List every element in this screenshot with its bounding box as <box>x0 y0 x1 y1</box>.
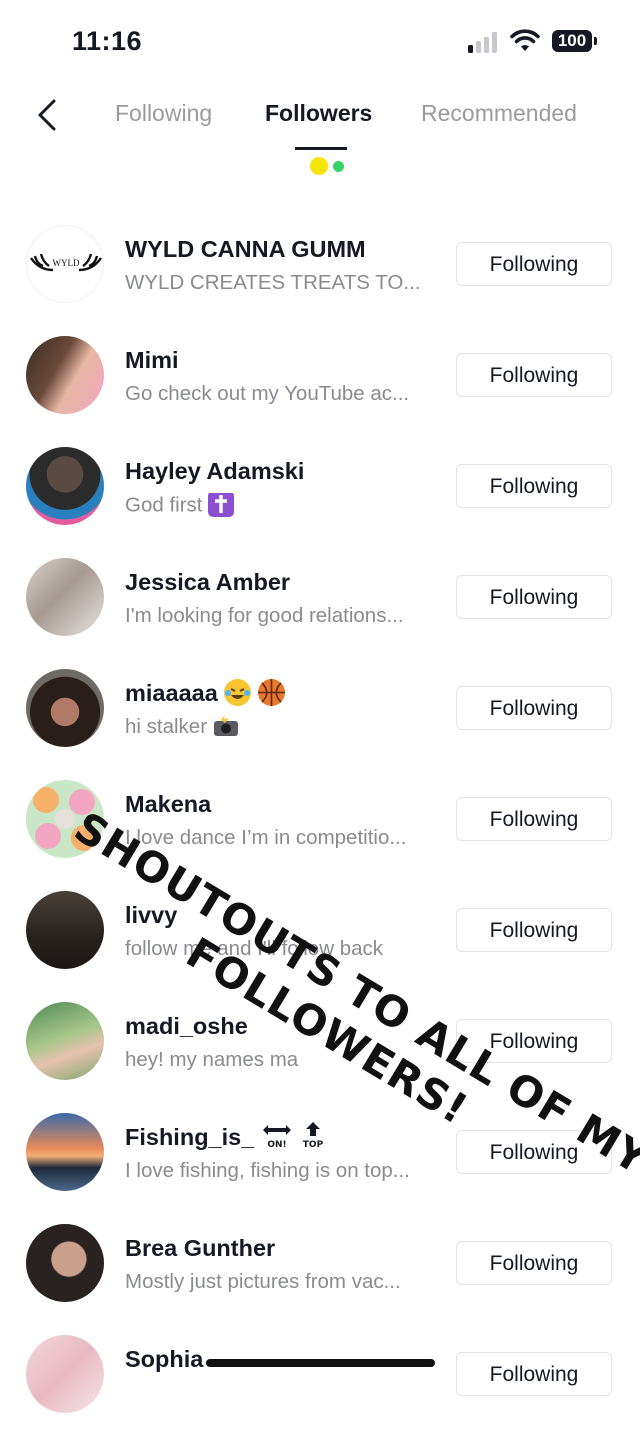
list-item[interactable]: Mimi Go check out my YouTube ac... Follo… <box>0 319 640 430</box>
avatar[interactable] <box>26 669 104 747</box>
battery-level: 100 <box>552 30 592 52</box>
list-item[interactable]: Makena I love dance I’m in competitio...… <box>0 763 640 874</box>
svg-text:ON!: ON! <box>267 1140 286 1149</box>
list-item[interactable]: Fishing_is_ ON! TOP I love fishing, fish… <box>0 1096 640 1207</box>
following-button[interactable]: Following <box>456 242 612 286</box>
avatar[interactable] <box>26 780 104 858</box>
follower-bio: I love dance I’m in competitio... <box>125 826 407 849</box>
follower-name: Sophia <box>125 1346 204 1372</box>
avatar[interactable] <box>26 558 104 636</box>
list-item[interactable]: Hayley Adamski God first Following <box>0 430 640 541</box>
latin-cross-emoji <box>208 493 235 517</box>
following-button[interactable]: Following <box>456 908 612 952</box>
follower-bio: hi stalker <box>125 715 435 739</box>
avatar[interactable] <box>26 336 104 414</box>
list-item[interactable]: miaaaaa hi stalker Following <box>0 652 640 763</box>
follower-bio: I love fishing, fishing is on top... <box>125 1159 410 1182</box>
follower-name: miaaaaa <box>125 679 285 708</box>
following-button[interactable]: Following <box>456 686 612 730</box>
follower-name: Makena <box>125 791 212 817</box>
wifi-icon <box>510 29 540 51</box>
following-button[interactable]: Following <box>456 575 612 619</box>
crying-laughing-emoji <box>224 679 252 707</box>
tab-recommended[interactable]: Recommended <box>421 100 577 127</box>
battery-icon: 100 <box>552 30 598 54</box>
camera-flash-emoji <box>213 715 239 737</box>
following-button[interactable]: Following <box>456 1130 612 1174</box>
avatar[interactable] <box>26 1002 104 1080</box>
top-arrow-emoji: TOP <box>299 1121 327 1150</box>
on-arrow-emoji: ON! <box>261 1121 293 1150</box>
list-item[interactable]: livvy follow me and I'll follow back Fol… <box>0 874 640 985</box>
following-button[interactable]: Following <box>456 1241 612 1285</box>
list-item[interactable]: Sophia Following <box>0 1318 640 1429</box>
follower-name: livvy <box>125 902 178 928</box>
smiley-pattern-icon <box>33 787 97 851</box>
svg-text:TOP: TOP <box>303 1140 324 1149</box>
signal-icon <box>468 31 497 53</box>
following-button[interactable]: Following <box>456 353 612 397</box>
list-item[interactable]: madi_oshe hey! my names ma Following <box>0 985 640 1096</box>
follower-bio: Go check out my YouTube ac... <box>125 382 410 405</box>
basketball-emoji <box>257 679 285 707</box>
svg-text:WYLD: WYLD <box>53 258 80 268</box>
follower-name: Brea Gunther <box>125 1235 276 1261</box>
home-indicator[interactable] <box>206 1359 435 1367</box>
active-tab-indicator <box>295 147 347 150</box>
loading-dots <box>310 157 350 175</box>
avatar[interactable] <box>26 1113 104 1191</box>
follower-name: Jessica Amber <box>125 569 291 595</box>
list-item[interactable]: Brea Gunther Mostly just pictures from v… <box>0 1207 640 1318</box>
follower-bio: follow me and I'll follow back <box>125 937 384 960</box>
following-button[interactable]: Following <box>456 1019 612 1063</box>
following-button[interactable]: Following <box>456 1352 612 1396</box>
avatar[interactable] <box>26 1335 104 1413</box>
back-arrow-icon[interactable] <box>34 98 60 132</box>
follower-name: madi_oshe <box>125 1013 248 1039</box>
tab-followers[interactable]: Followers <box>265 100 372 127</box>
avatar[interactable] <box>26 447 104 525</box>
follower-name: WYLD CANNA GUMM <box>125 236 366 262</box>
tab-following[interactable]: Following <box>115 100 212 127</box>
status-time: 11:16 <box>72 26 143 56</box>
follower-name: Hayley Adamski <box>125 458 305 484</box>
follower-bio: hey! my names ma <box>125 1048 299 1071</box>
list-item[interactable]: WYLD WYLD CANNA GUMM WYLD CREATES TREATS… <box>0 208 640 319</box>
avatar[interactable] <box>26 1224 104 1302</box>
follower-name: Fishing_is_ ON! TOP <box>125 1121 327 1153</box>
avatar[interactable]: WYLD <box>26 225 104 303</box>
following-button[interactable]: Following <box>456 464 612 508</box>
antler-logo-icon: WYLD <box>30 253 102 272</box>
top-nav: Following Followers Recommended <box>0 80 640 180</box>
follower-bio: WYLD CREATES TREATS TO... <box>125 271 421 294</box>
following-button[interactable]: Following <box>456 797 612 841</box>
avatar[interactable] <box>26 891 104 969</box>
follower-bio: God first <box>125 493 435 519</box>
follower-bio: Mostly just pictures from vac... <box>125 1270 401 1293</box>
follower-name: Mimi <box>125 347 179 373</box>
follower-bio: I'm looking for good relations... <box>125 604 404 627</box>
status-bar: 11:16 100 <box>0 0 640 80</box>
list-item[interactable]: Jessica Amber I'm looking for good relat… <box>0 541 640 652</box>
